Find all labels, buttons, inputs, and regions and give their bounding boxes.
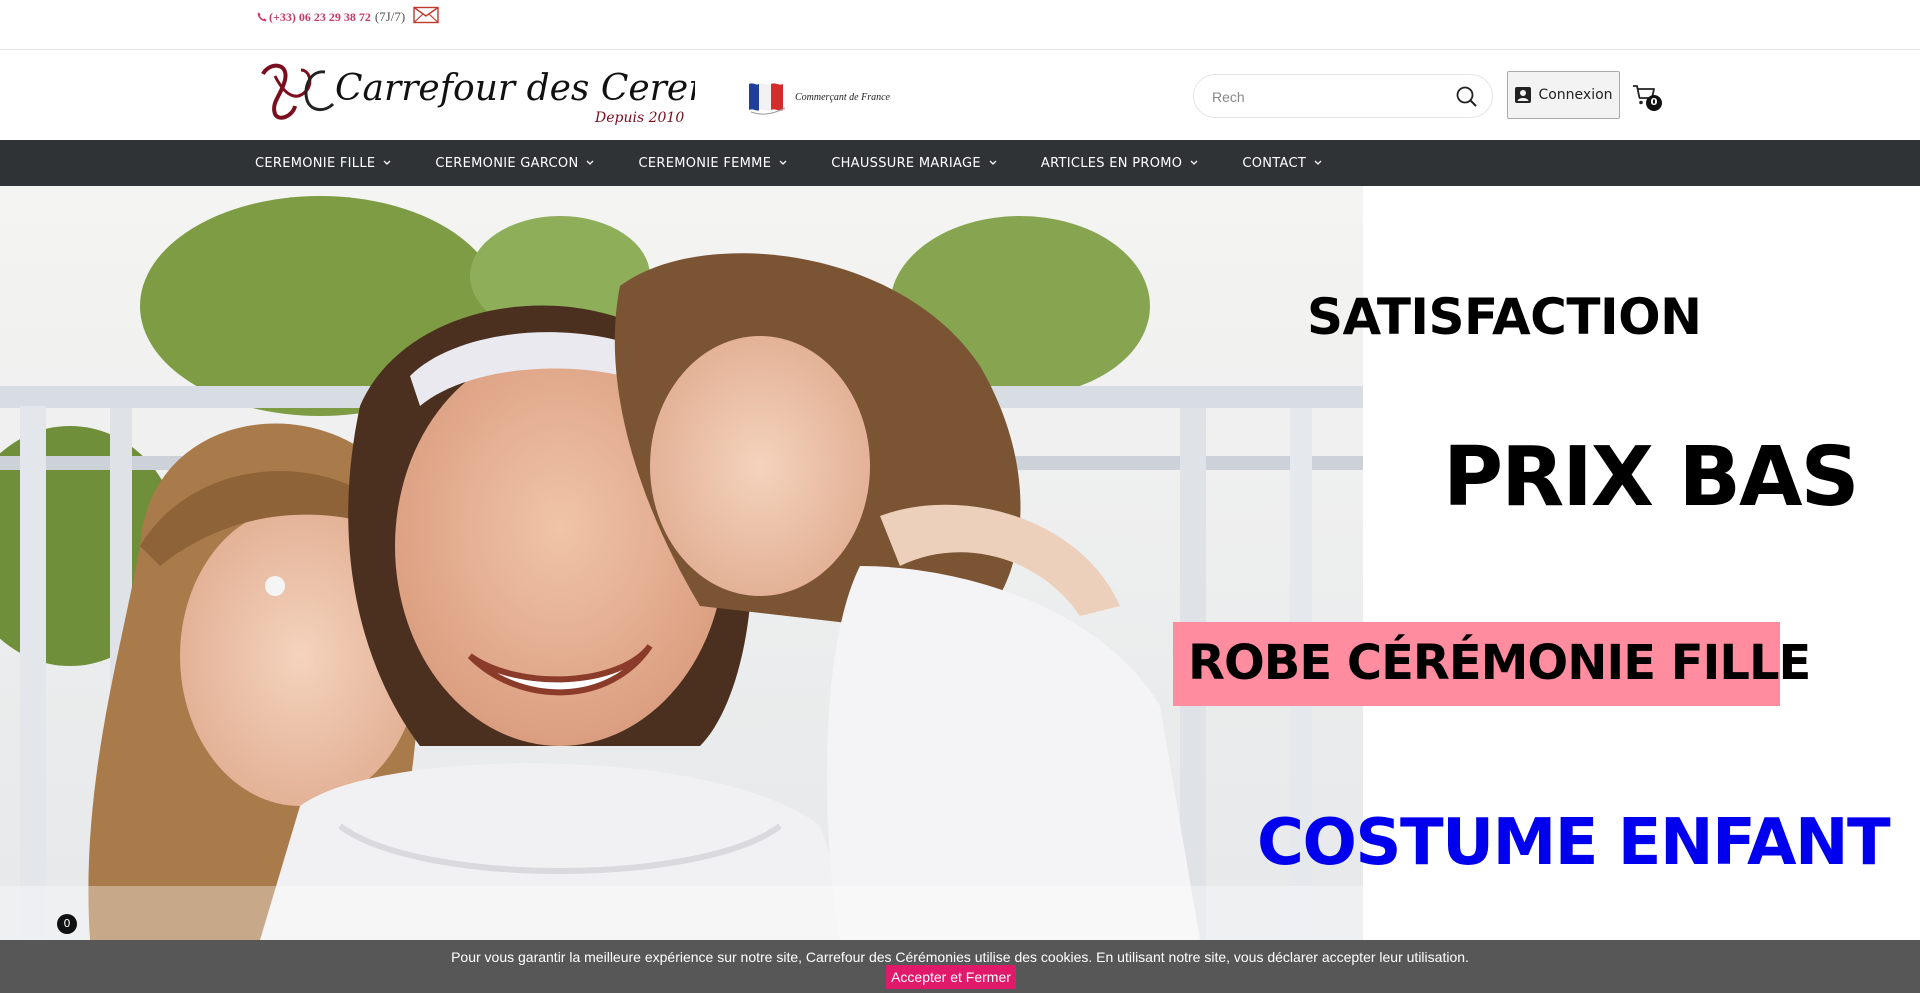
hero-line-satisfaction: SATISFACTION [1307,288,1702,346]
login-button[interactable]: Connexion [1507,71,1620,119]
floating-counter-badge[interactable]: 0 [57,914,77,934]
nav-item-contact[interactable]: CONTACT [1242,156,1322,171]
phone-icon [257,12,267,22]
french-merchant-badge: Commerçant de France [743,78,890,116]
hero-banner[interactable]: SATISFACTION PRIX BAS ROBE CÉRÉMONIE FIL… [0,186,1920,940]
search-button[interactable] [1454,84,1480,110]
nav-item-ceremonie-femme[interactable]: CEREMONIE FEMME [638,156,787,171]
hero-line-robe-ceremonie: ROBE CÉRÉMONIE FILLE [1188,635,1811,691]
chevron-down-icon [1190,160,1198,165]
svg-text:Depuis 2010: Depuis 2010 [594,110,684,126]
nav-item-ceremonie-fille[interactable]: CEREMONIE FILLE [255,156,391,171]
nav-item-label: CHAUSSURE MARIAGE [831,155,981,171]
nav-item-ceremonie-garcon[interactable]: CEREMONIE GARCON [435,156,594,171]
search-input[interactable] [1212,85,1432,109]
site-header: Carrefour des Ceremonies Depuis 2010 Com… [0,50,1920,140]
nav-item-label: CEREMONIE FILLE [255,155,376,171]
nav-item-articles-en-promo[interactable]: ARTICLES EN PROMO [1041,156,1198,171]
nav-item-label: CEREMONIE FEMME [638,155,772,171]
hero-line-prix-bas: PRIX BAS [1443,430,1860,525]
phone-link[interactable]: (+33) 06 23 29 38 72 [257,10,371,25]
phone-number[interactable]: (+33) 06 23 29 38 72 [269,10,371,25]
email-link[interactable] [413,6,439,28]
main-nav: CEREMONIE FILLE CEREMONIE GARCON CEREMON… [0,140,1920,186]
badge-text: Commerçant de France [795,91,890,103]
chevron-down-icon [587,160,594,165]
hero-photo [0,186,1363,940]
search-box [1193,74,1493,118]
cookie-message: Pour vous garantir la meilleure expérien… [451,949,1469,965]
nav-list: CEREMONIE FILLE CEREMONIE GARCON CEREMON… [255,140,1366,186]
site-logo: Carrefour des Ceremonies Depuis 2010 [261,63,695,126]
chevron-down-icon [383,160,391,165]
cart-count-badge: 0 [1646,95,1662,111]
opening-hours: (7J/7) [374,9,406,24]
nav-item-label: ARTICLES EN PROMO [1040,155,1183,171]
cookie-banner: Pour vous garantir la meilleure expérien… [0,940,1920,993]
french-flag-icon [749,83,786,115]
hero-line-costume-enfant: COSTUME ENFANT [1257,806,1891,880]
cart-button[interactable]: 0 [1632,84,1664,114]
svg-text:Carrefour des Ceremonies: Carrefour des Ceremonies [335,68,695,109]
contact-strip: (+33) 06 23 29 38 72 (7J/7) [257,6,439,28]
top-bar: (+33) 06 23 29 38 72 (7J/7) [0,0,1920,50]
nav-item-chaussure-mariage[interactable]: CHAUSSURE MARIAGE [831,156,997,171]
user-icon [1515,87,1532,103]
search-icon [1456,86,1477,107]
chevron-down-icon [779,160,787,165]
nav-item-label: CEREMONIE GARCON [435,155,579,171]
mail-icon [413,6,439,24]
chevron-down-icon [1314,160,1322,165]
chevron-down-icon [989,160,997,165]
nav-item-label: CONTACT [1242,155,1307,171]
login-label: Connexion [1538,87,1613,103]
accept-cookies-button[interactable]: Accepter et Fermer [886,965,1016,989]
